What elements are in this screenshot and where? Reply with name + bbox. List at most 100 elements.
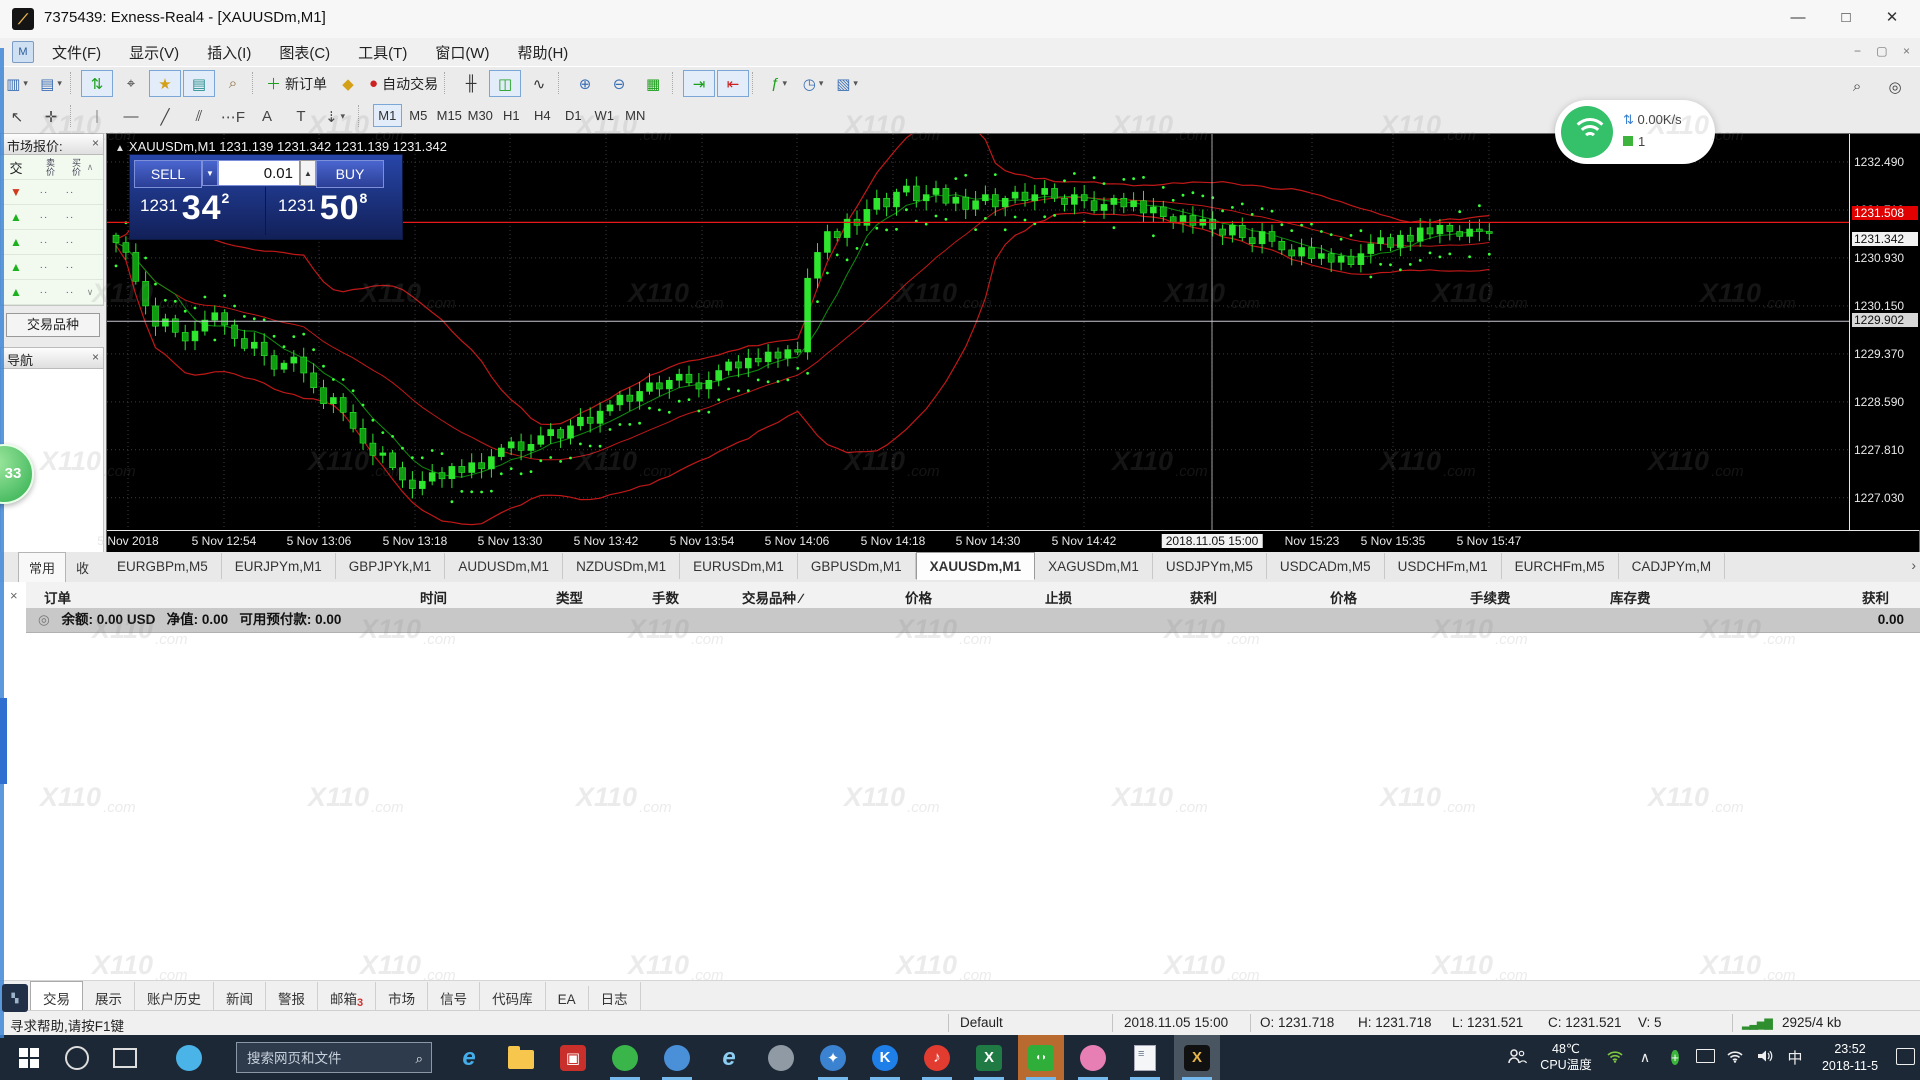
mini-tab-常用[interactable]: 常用 [18, 552, 67, 583]
column-symbol[interactable]: 交 [1, 158, 31, 177]
strategy-tester-button[interactable]: ⌕ [217, 70, 249, 97]
app-blue[interactable] [654, 1035, 700, 1080]
volume-input[interactable]: 0.01 [218, 160, 300, 186]
menu-item-3[interactable]: 图表(C) [265, 38, 344, 67]
channel-tool[interactable]: ⫽ [183, 103, 215, 130]
templates-button[interactable]: ▧ ▾ [831, 70, 863, 97]
taskbar-search-input[interactable]: 搜索网页和文件 ⌕ [236, 1042, 432, 1073]
app-green[interactable] [602, 1035, 648, 1080]
task-view-button[interactable] [102, 1035, 148, 1080]
scroll-down-icon[interactable]: ∨ [83, 287, 97, 298]
timeframe-D1[interactable]: D1 [559, 104, 588, 127]
zoom-out-button[interactable]: ⊖ [603, 70, 635, 97]
terminal-column-7[interactable]: 获利 [1190, 587, 1217, 607]
arrows-tool-dropdown-icon[interactable]: ▾ [341, 111, 346, 122]
volume-decrease-button[interactable]: ▼ [202, 160, 218, 186]
bar-chart-button[interactable]: ╫ [455, 70, 487, 97]
timeframe-MN[interactable]: MN [621, 104, 650, 127]
profiles-button[interactable]: ▤ ▾ [35, 70, 67, 97]
vertical-line-tool[interactable]: ︱ [81, 103, 113, 130]
market-watch-row[interactable]: ▲ ·· ·· [1, 230, 103, 255]
network-icon[interactable] [1720, 1049, 1750, 1066]
terminal-column-0[interactable]: 订单 [44, 587, 71, 607]
market-watch-toggle[interactable]: ⇅ [81, 70, 113, 97]
crosshair-tool[interactable]: ✛ [35, 103, 67, 130]
status-profile[interactable]: Default [960, 1015, 1003, 1030]
profiles-button-dropdown-icon[interactable]: ▾ [57, 78, 62, 89]
net-speed-widget[interactable]: ⇅ 0.00K/s 1 [1555, 100, 1715, 164]
display-icon[interactable] [1690, 1049, 1720, 1066]
metaeditor-button[interactable]: ◆ [332, 70, 364, 97]
app-red[interactable]: ▣ [550, 1035, 596, 1080]
kugou-music[interactable]: K [862, 1035, 908, 1080]
symbol-tab-USDCADm,M5[interactable]: USDCADm,M5 [1267, 553, 1385, 579]
netease-music[interactable]: ♪ [914, 1035, 960, 1080]
menu-item-6[interactable]: 帮助(H) [503, 38, 582, 67]
tray-expand-chevron-icon[interactable]: ∧ [1630, 1049, 1660, 1066]
market-watch-close-icon[interactable]: × [92, 136, 99, 150]
buy-button[interactable]: BUY [316, 160, 384, 188]
symbols-button[interactable]: 交易品种 [6, 313, 100, 337]
symbol-tab-USDCHFm,M1[interactable]: USDCHFm,M1 [1385, 553, 1502, 579]
symbol-tab-CADJPYm,M[interactable]: CADJPYm,M [1619, 553, 1726, 579]
volume-increase-button[interactable]: ▲ [300, 160, 316, 186]
periods-button[interactable]: ◷ ▾ [797, 70, 829, 97]
symbol-tab-EURCHFm,M5[interactable]: EURCHFm,M5 [1502, 553, 1619, 579]
templates-button-dropdown-icon[interactable]: ▾ [853, 78, 858, 89]
symbol-tab-GBPUSDm,M1[interactable]: GBPUSDm,M1 [798, 553, 916, 579]
search-icon[interactable]: ⌕ [1841, 73, 1873, 100]
cpu-temperature[interactable]: 48℃ CPU温度 [1532, 1042, 1600, 1073]
auto-scroll-toggle[interactable]: ⇥ [683, 70, 716, 97]
wifi-green-icon[interactable] [1600, 1049, 1630, 1066]
terminal-column-3[interactable]: 手数 [652, 587, 679, 607]
terminal-column-8[interactable]: 价格 [1330, 587, 1357, 607]
scroll-up-icon[interactable]: ∧ [83, 162, 97, 173]
taskbar-clock[interactable]: 23:52 2018-11-5 [1810, 1041, 1890, 1074]
text-tool[interactable]: A [251, 103, 283, 130]
time-axis[interactable]: 5 Nov 2018 5 Nov 12:54 5 Nov 13:06 5 Nov 13… [97, 530, 1919, 552]
safari-compass[interactable]: ✦ [810, 1035, 856, 1080]
candlestick-chart-button[interactable]: ◫ [489, 70, 522, 97]
terminal-column-1[interactable]: 时间 [420, 587, 447, 607]
collapse-triangle-icon[interactable]: ▲ [115, 143, 125, 154]
market-watch-row[interactable]: ▲ ·· ·· [1, 205, 103, 230]
terminal-column-11[interactable]: 获利 [1862, 587, 1889, 607]
column-bid[interactable]: 卖价 [31, 158, 57, 176]
line-chart-button[interactable]: ∿ [523, 70, 555, 97]
ie-browser[interactable]: e [706, 1035, 752, 1080]
trendline-tool[interactable]: ╱ [149, 103, 181, 130]
market-watch-row[interactable]: ▲ ·· ·· [1, 255, 103, 280]
menu-item-4[interactable]: 工具(T) [344, 38, 421, 67]
market-watch-row[interactable]: ▼ ·· ·· [1, 180, 103, 205]
symbol-tab-GBPJPYk,M1[interactable]: GBPJPYk,M1 [336, 553, 446, 579]
terminal-toggle[interactable]: ▤ [183, 70, 215, 97]
timeframe-M30[interactable]: M30 [466, 104, 495, 127]
terminal-column-4[interactable]: 交易品种 ∕ [742, 587, 802, 607]
symbol-tab-NZDUSDm,M1[interactable]: NZDUSDm,M1 [563, 553, 681, 579]
edge-browser[interactable]: e [446, 1035, 492, 1080]
chart-shift-toggle[interactable]: ⇤ [717, 70, 750, 97]
symbol-tab-USDJPYm,M5[interactable]: USDJPYm,M5 [1153, 553, 1267, 579]
new-chart-button[interactable]: ▥ ▾ [1, 70, 33, 97]
exness-terminal[interactable]: X [1174, 1035, 1220, 1080]
autotrading-button[interactable]: ● 自动交易 [366, 70, 441, 97]
column-ask[interactable]: 买价 [57, 158, 83, 176]
start-button[interactable] [6, 1035, 52, 1080]
cursor-tool[interactable]: ↖ [1, 103, 33, 130]
pinned-app-bird[interactable] [166, 1035, 212, 1080]
indicators-button-dropdown-icon[interactable]: ▾ [782, 78, 787, 89]
terminal-column-9[interactable]: 手续费 [1470, 587, 1511, 607]
terminal-close-icon[interactable]: × [10, 588, 18, 603]
navigator-toggle[interactable]: ★ [149, 70, 181, 97]
timeframe-M15[interactable]: M15 [435, 104, 464, 127]
menu-item-1[interactable]: 显示(V) [115, 38, 193, 67]
chart-window[interactable]: ▲ XAUUSDm,M1 1231.139 1231.342 1231.139 1… [97, 133, 1920, 552]
sell-button[interactable]: SELL [134, 160, 202, 188]
terminal-column-2[interactable]: 类型 [556, 587, 583, 607]
symbol-tab-EURJPYm,M1[interactable]: EURJPYm,M1 [222, 553, 336, 579]
minimize-button[interactable]: — [1776, 4, 1820, 32]
people-icon[interactable] [1502, 1048, 1532, 1067]
wechat[interactable]: ◖◗ [1018, 1035, 1064, 1080]
periods-button-dropdown-icon[interactable]: ▾ [819, 78, 824, 89]
zoom-in-button[interactable]: ⊕ [569, 70, 601, 97]
